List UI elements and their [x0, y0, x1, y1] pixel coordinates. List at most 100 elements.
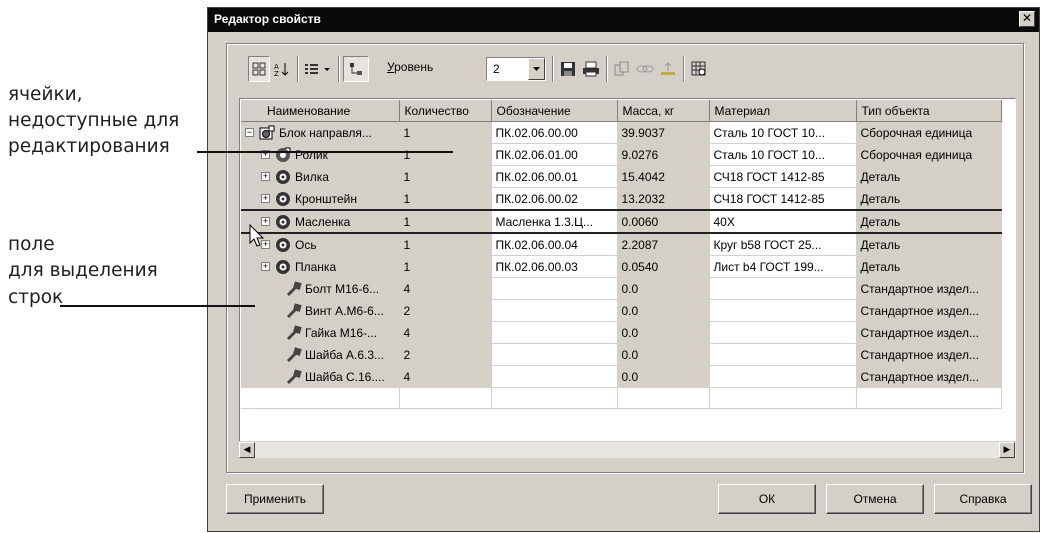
copy-icon[interactable] — [611, 56, 633, 82]
horizontal-scrollbar[interactable]: ◀ ▶ — [239, 441, 1016, 458]
standard-item-icon — [285, 280, 302, 297]
print-icon[interactable] — [580, 56, 602, 82]
property-editor-window: Редактор свойств ✕ AZ Уровень 2 Наименов… — [207, 7, 1040, 532]
window-title: Редактор свойств — [214, 12, 321, 26]
column-header-name[interactable]: Наименование — [241, 100, 400, 122]
table-row[interactable]: − Блок направля... 1 ПК.02.06.00.00 39.9037 С… — [241, 121, 1002, 144]
qty-cell: 1 — [399, 255, 492, 278]
tree-expander-icon[interactable]: + — [261, 172, 270, 181]
type-cell: Деталь — [856, 255, 1002, 278]
name-cell[interactable]: Шайба А.6.3... — [241, 343, 400, 366]
qty-cell: 1 — [399, 143, 492, 166]
name-cell[interactable]: Шайба С.16.... — [241, 365, 400, 388]
material-cell[interactable]: 40Х — [709, 209, 857, 234]
row-name: Масленка — [295, 214, 351, 229]
annotation-line-1: ячейки, — [8, 84, 83, 105]
tree-expander-icon[interactable]: + — [261, 194, 270, 203]
annotation-line-3: редактирования — [8, 136, 170, 157]
material-cell[interactable] — [709, 321, 857, 344]
code-cell[interactable]: ПК.02.06.00.03 — [491, 255, 618, 278]
table-row[interactable]: Болт М16-6... 4 0.0 Стандартное издел... — [241, 277, 1002, 300]
tree-expander-icon[interactable]: + — [261, 262, 270, 271]
row-name: Болт М16-6... — [305, 281, 380, 296]
material-cell[interactable]: Сталь 10 ГОСТ 10... — [709, 143, 857, 166]
column-header-type[interactable]: Тип объекта — [856, 100, 1002, 122]
settings-grid-icon[interactable] — [688, 56, 710, 82]
code-cell[interactable]: ПК.02.06.00.00 — [491, 121, 618, 144]
table-row[interactable]: + Вилка 1 ПК.02.06.00.01 15.4042 СЧ18 ГОСТ 14… — [241, 165, 1002, 188]
material-cell[interactable]: Сталь 10 ГОСТ 10... — [709, 121, 857, 144]
table-row[interactable]: + Ось 1 ПК.02.06.00.04 2.2087 Круг b58 ГОСТ 2… — [241, 233, 1002, 256]
mass-cell: 0.0 — [617, 365, 710, 388]
name-cell[interactable]: + Планка — [241, 255, 400, 278]
annotation-line-4: поле — [8, 234, 55, 255]
code-cell[interactable]: ПК.02.06.00.02 — [491, 187, 618, 211]
export-icon[interactable] — [657, 56, 679, 82]
code-cell[interactable] — [491, 365, 618, 388]
material-cell[interactable]: СЧ18 ГОСТ 1412-85 — [709, 187, 857, 211]
row-name: Шайба А.6.3... — [305, 347, 385, 362]
table-row[interactable]: + Кронштейн 1 ПК.02.06.00.02 13.2032 СЧ18 ГОС… — [241, 187, 1002, 211]
table-row[interactable]: Шайба А.6.3... 2 0.0 Стандартное издел... — [241, 343, 1002, 366]
qty-cell: 4 — [399, 277, 492, 300]
code-cell[interactable]: ПК.02.06.01.00 — [491, 143, 618, 166]
tree-expander-icon[interactable]: − — [245, 128, 254, 137]
material-cell[interactable] — [709, 277, 857, 300]
code-cell[interactable] — [491, 343, 618, 366]
list-view-icon[interactable] — [302, 56, 334, 82]
empty-cell — [617, 387, 710, 409]
code-cell[interactable]: ПК.02.06.00.01 — [491, 165, 618, 188]
material-cell[interactable]: Круг b58 ГОСТ 25... — [709, 233, 857, 256]
cancel-button[interactable]: Отмена — [826, 484, 924, 514]
table-row[interactable]: + Масленка 1 Масленка 1.3.Ц... 0.0060 40Х Дета… — [241, 209, 1002, 234]
column-header-code[interactable]: Обозначение — [491, 100, 618, 122]
code-cell[interactable]: ПК.02.06.00.04 — [491, 233, 618, 256]
mass-cell: 39.9037 — [617, 121, 710, 144]
part-icon — [275, 169, 291, 185]
name-cell[interactable]: Гайка М16-... — [241, 321, 400, 344]
help-button[interactable]: Справка — [934, 484, 1032, 514]
apply-button[interactable]: Применить — [226, 484, 324, 514]
mass-cell: 0.0 — [617, 321, 710, 344]
standard-item-icon — [285, 324, 302, 341]
tree-view-icon[interactable] — [343, 56, 369, 82]
empty-cell — [399, 387, 492, 409]
link-icon[interactable] — [634, 56, 656, 82]
column-header-qty[interactable]: Количество — [399, 100, 492, 122]
level-combobox[interactable]: 2 — [486, 57, 546, 81]
table-row[interactable]: Гайка М16-... 4 0.0 Стандартное издел... — [241, 321, 1002, 344]
scroll-right-button[interactable]: ▶ — [999, 442, 1015, 458]
qty-cell: 4 — [399, 365, 492, 388]
code-cell[interactable]: Масленка 1.3.Ц... — [491, 209, 618, 234]
scroll-left-button[interactable]: ◀ — [239, 442, 255, 458]
chevron-down-icon[interactable] — [528, 58, 545, 80]
toolbar-separator — [297, 56, 299, 82]
sort-az-icon[interactable]: AZ — [271, 56, 293, 82]
table-row[interactable]: Шайба С.16.... 4 0.0 Стандартное издел... — [241, 365, 1002, 388]
name-cell[interactable]: Винт А.М6-6... — [241, 299, 400, 322]
save-icon[interactable] — [557, 56, 579, 82]
title-bar[interactable]: Редактор свойств ✕ — [208, 8, 1039, 32]
ok-button[interactable]: ОК — [718, 484, 816, 514]
grid-icon[interactable] — [248, 56, 270, 82]
material-cell[interactable]: СЧ18 ГОСТ 1412-85 — [709, 165, 857, 188]
name-cell[interactable]: + Ролик — [241, 143, 400, 166]
material-cell[interactable]: Лист b4 ГОСТ 199... — [709, 255, 857, 278]
name-cell[interactable]: − Блок направля... — [241, 121, 400, 144]
material-cell[interactable] — [709, 343, 857, 366]
name-cell[interactable]: + Кронштейн — [241, 187, 400, 211]
column-header-mass[interactable]: Масса, кг — [617, 100, 710, 122]
table-row[interactable]: + Планка 1 ПК.02.06.00.03 0.0540 Лист b4 ГОСТ… — [241, 255, 1002, 278]
name-cell[interactable]: Болт М16-6... — [241, 277, 400, 300]
column-header-material[interactable]: Материал — [709, 100, 857, 122]
code-cell[interactable] — [491, 321, 618, 344]
table-row[interactable]: Винт А.М6-6... 2 0.0 Стандартное издел... — [241, 299, 1002, 322]
close-button[interactable]: ✕ — [1019, 11, 1035, 27]
material-cell[interactable] — [709, 365, 857, 388]
table-row[interactable]: + Ролик 1 ПК.02.06.01.00 9.0276 Сталь 10 ГОСТ… — [241, 143, 1002, 166]
mass-cell: 13.2032 — [617, 187, 710, 211]
code-cell[interactable] — [491, 299, 618, 322]
code-cell[interactable] — [491, 277, 618, 300]
name-cell[interactable]: + Вилка — [241, 165, 400, 188]
material-cell[interactable] — [709, 299, 857, 322]
